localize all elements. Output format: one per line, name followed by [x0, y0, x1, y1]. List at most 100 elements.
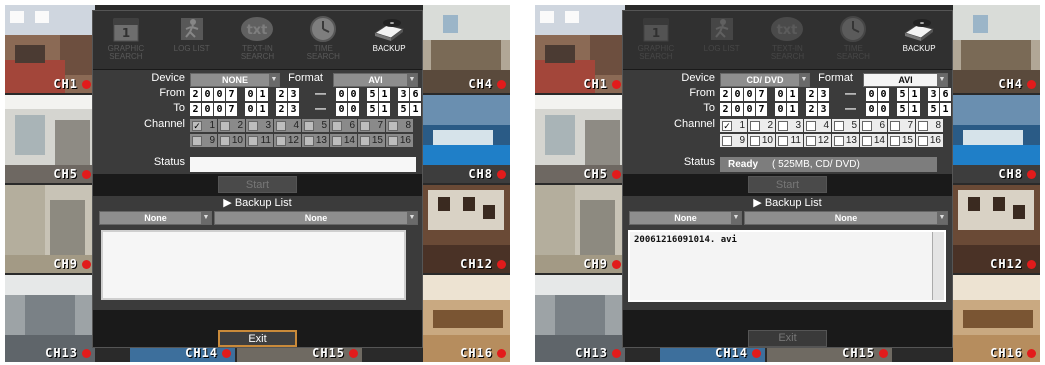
camera-tile-ch5[interactable]: CH5: [5, 95, 95, 183]
digit-cell[interactable]: 1: [787, 103, 798, 116]
list-sort-select-2[interactable]: None ▼: [214, 211, 418, 225]
digit-cell[interactable]: 1: [410, 103, 421, 116]
minute-field[interactable]: 51: [367, 88, 390, 101]
toolbar-graphic-search[interactable]: 1 GRAPHIC SEARCH: [96, 15, 156, 67]
digit-cell[interactable]: 0: [202, 103, 213, 116]
channel-checkbox-16[interactable]: 16: [386, 134, 413, 147]
day-field[interactable]: 23: [276, 88, 299, 101]
month-field[interactable]: 01: [245, 103, 268, 116]
digit-cell[interactable]: 0: [744, 88, 755, 101]
channel-checkbox-9[interactable]: 9: [720, 134, 747, 147]
channel-checkbox-12[interactable]: 12: [804, 134, 831, 147]
channel-checkbox-15[interactable]: 15: [358, 134, 385, 147]
digit-cell[interactable]: 2: [720, 88, 731, 101]
camera-tile-ch1[interactable]: CH1: [5, 5, 95, 93]
format-select[interactable]: AVI ▼: [863, 73, 948, 87]
camera-tile-ch16[interactable]: CH16: [953, 275, 1040, 362]
digit-cell[interactable]: 5: [897, 88, 908, 101]
digit-cell[interactable]: 1: [379, 103, 390, 116]
camera-tile-ch13[interactable]: CH13: [5, 275, 95, 362]
channel-checkbox-9[interactable]: 9: [190, 134, 217, 147]
second-field[interactable]: 36: [398, 88, 421, 101]
channel-checkbox-10[interactable]: 10: [748, 134, 775, 147]
digit-cell[interactable]: 1: [787, 88, 798, 101]
camera-tile-ch9[interactable]: CH9: [5, 185, 95, 273]
hour-field[interactable]: 00: [866, 103, 889, 116]
channel-checkbox-7[interactable]: 7: [358, 119, 385, 132]
toolbar-time-search[interactable]: TIME SEARCH: [293, 15, 353, 67]
channel-checkbox-2[interactable]: 2: [748, 119, 775, 132]
month-field[interactable]: 01: [775, 103, 798, 116]
digit-cell[interactable]: 7: [756, 88, 767, 101]
list-sort-select-1[interactable]: None ▼: [99, 211, 212, 225]
digit-cell[interactable]: 1: [257, 88, 268, 101]
toolbar-backup[interactable]: BACKUP: [889, 15, 949, 67]
digit-cell[interactable]: 5: [367, 88, 378, 101]
month-field[interactable]: 01: [775, 88, 798, 101]
channel-checkbox-14[interactable]: 14: [330, 134, 357, 147]
minute-field[interactable]: 51: [367, 103, 390, 116]
day-field[interactable]: 23: [276, 103, 299, 116]
digit-cell[interactable]: 5: [367, 103, 378, 116]
camera-tile-ch1[interactable]: CH1: [535, 5, 625, 93]
toolbar-text-in-search[interactable]: txt TEXT-IN SEARCH: [227, 15, 287, 67]
digit-cell[interactable]: 6: [410, 88, 421, 101]
hour-field[interactable]: 00: [866, 88, 889, 101]
digit-cell[interactable]: 0: [336, 103, 347, 116]
digit-cell[interactable]: 0: [732, 88, 743, 101]
list-sort-select-2[interactable]: None ▼: [744, 211, 948, 225]
day-field[interactable]: 23: [806, 103, 829, 116]
digit-cell[interactable]: 2: [806, 103, 817, 116]
digit-cell[interactable]: 0: [336, 88, 347, 101]
digit-cell[interactable]: 0: [202, 88, 213, 101]
minute-field[interactable]: 51: [897, 103, 920, 116]
digit-cell[interactable]: 0: [245, 103, 256, 116]
digit-cell[interactable]: 0: [775, 88, 786, 101]
exit-button[interactable]: Exit: [218, 330, 297, 347]
channel-checkbox-1[interactable]: ✓ 1: [190, 119, 217, 132]
digit-cell[interactable]: 1: [379, 88, 390, 101]
year-field[interactable]: 2007: [190, 103, 237, 116]
digit-cell[interactable]: 0: [775, 103, 786, 116]
camera-tile-ch9[interactable]: CH9: [535, 185, 625, 273]
digit-cell[interactable]: 3: [288, 103, 299, 116]
digit-cell[interactable]: 1: [909, 88, 920, 101]
channel-checkbox-5[interactable]: 5: [302, 119, 329, 132]
channel-checkbox-7[interactable]: 7: [888, 119, 915, 132]
camera-tile-ch5[interactable]: CH5: [535, 95, 625, 183]
digit-cell[interactable]: 2: [190, 88, 201, 101]
channel-checkbox-11[interactable]: 11: [776, 134, 803, 147]
digit-cell[interactable]: 2: [190, 103, 201, 116]
digit-cell[interactable]: 2: [720, 103, 731, 116]
digit-cell[interactable]: 0: [744, 103, 755, 116]
channel-checkbox-8[interactable]: 8: [386, 119, 413, 132]
backup-file-list[interactable]: [101, 230, 406, 300]
digit-cell[interactable]: 0: [866, 103, 877, 116]
channel-checkbox-11[interactable]: 11: [246, 134, 273, 147]
minute-field[interactable]: 51: [897, 88, 920, 101]
channel-checkbox-4[interactable]: 4: [274, 119, 301, 132]
channel-checkbox-4[interactable]: 4: [804, 119, 831, 132]
year-field[interactable]: 2007: [190, 88, 237, 101]
digit-cell[interactable]: 0: [348, 103, 359, 116]
digit-cell[interactable]: 1: [909, 103, 920, 116]
from-datetime[interactable]: 2 0 0 7 0 1 2 3—0 0 5 1 3 6: [190, 88, 427, 101]
hour-field[interactable]: 00: [336, 103, 359, 116]
digit-cell[interactable]: 0: [214, 103, 225, 116]
digit-cell[interactable]: 3: [288, 88, 299, 101]
channel-checkbox-1[interactable]: ✓ 1: [720, 119, 747, 132]
channel-checkbox-10[interactable]: 10: [218, 134, 245, 147]
list-item[interactable]: 20061216091014. avi: [634, 235, 737, 245]
camera-tile-ch4[interactable]: CH4: [423, 5, 510, 93]
digit-cell[interactable]: 7: [226, 88, 237, 101]
year-field[interactable]: 2007: [720, 103, 767, 116]
start-button[interactable]: Start: [218, 176, 297, 193]
second-field[interactable]: 51: [398, 103, 421, 116]
second-field[interactable]: 51: [928, 103, 951, 116]
channel-checkbox-14[interactable]: 14: [860, 134, 887, 147]
digit-cell[interactable]: 2: [276, 103, 287, 116]
digit-cell[interactable]: 2: [806, 88, 817, 101]
exit-button[interactable]: Exit: [748, 330, 827, 347]
channel-checkbox-6[interactable]: 6: [860, 119, 887, 132]
backup-file-list[interactable]: 20061216091014. avi: [628, 230, 946, 302]
